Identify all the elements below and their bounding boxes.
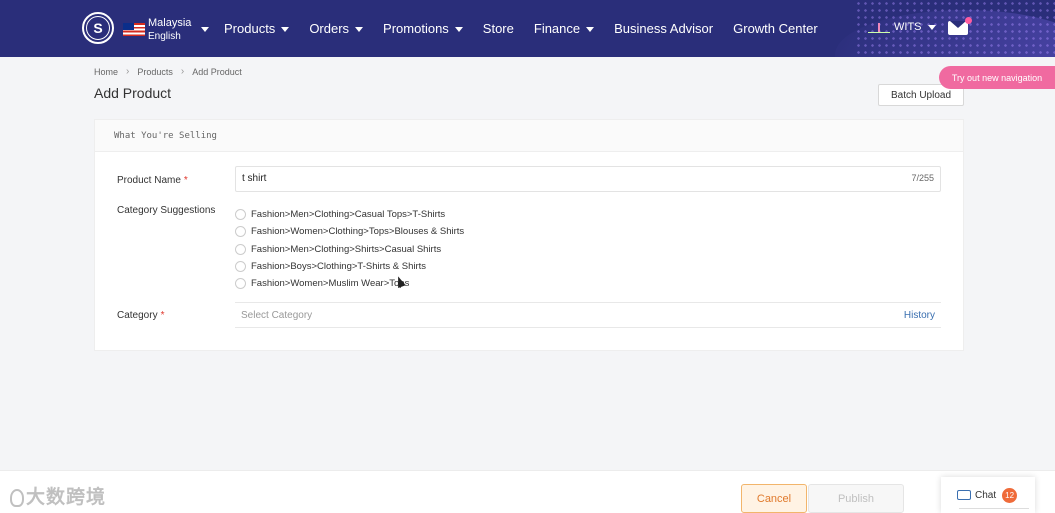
radio-icon[interactable]	[235, 209, 246, 221]
cancel-button[interactable]: Cancel	[741, 484, 807, 513]
character-count: 7/255	[911, 173, 934, 183]
product-name-label: Product Name *	[117, 175, 188, 186]
chevron-down-icon	[927, 24, 936, 30]
watermark: 大数跨境	[10, 482, 106, 509]
chevron-down-icon	[586, 27, 595, 33]
chevron-down-icon	[355, 27, 364, 33]
nav-products[interactable]: Products	[224, 21, 290, 36]
chevron-right-icon: ›	[126, 66, 130, 77]
category-suggestions: Fashion>Men>Clothing>Casual Tops>T-Shirt…	[235, 206, 464, 292]
suggestion-option[interactable]: Fashion>Men>Clothing>Shirts>Casual Shirt…	[235, 241, 464, 258]
user-menu[interactable]: WITS	[868, 21, 936, 33]
product-name-input[interactable]: t shirt 7/255	[235, 166, 941, 192]
watermark-logo-icon	[10, 488, 24, 507]
chat-unread-badge: 12	[1002, 487, 1018, 503]
product-name-value: t shirt	[242, 173, 267, 184]
malaysia-flag-icon	[123, 23, 145, 36]
category-placeholder: Select Category	[241, 309, 313, 321]
avatar	[868, 21, 890, 33]
nav-business-advisor[interactable]: Business Advisor	[614, 21, 713, 36]
breadcrumb: Home › Products › Add Product	[94, 66, 242, 77]
breadcrumb-home[interactable]: Home	[94, 67, 118, 77]
category-label: Category *	[117, 310, 165, 321]
suggestion-option[interactable]: Fashion>Women>Clothing>Tops>Blouses & Sh…	[235, 223, 464, 240]
nav-growth-center[interactable]: Growth Center	[733, 21, 818, 36]
suggestion-option[interactable]: Fashion>Boys>Clothing>T-Shirts & Shirts	[235, 258, 464, 275]
nav-finance[interactable]: Finance	[534, 21, 595, 36]
chevron-down-icon	[281, 27, 290, 33]
seller-center-logo[interactable]: S	[82, 12, 114, 44]
radio-icon[interactable]	[235, 261, 246, 273]
chevron-down-icon[interactable]	[201, 27, 209, 32]
required-mark: *	[183, 175, 188, 186]
mail-icon[interactable]	[948, 17, 972, 35]
notification-dot	[965, 17, 972, 24]
top-navigation: S Malaysia English Products Orders Promo…	[0, 0, 1055, 57]
suggestion-option[interactable]: Fashion>Men>Clothing>Casual Tops>T-Shirt…	[235, 206, 464, 223]
chat-icon	[957, 490, 971, 500]
radio-icon[interactable]	[235, 243, 246, 255]
history-link[interactable]: History	[904, 310, 935, 321]
chat-label: Chat	[975, 489, 997, 501]
category-select[interactable]: Select Category History	[235, 302, 941, 328]
category-suggestions-label: Category Suggestions	[117, 205, 216, 216]
nav-store[interactable]: Store	[483, 21, 514, 36]
suggestion-option[interactable]: Fashion>Women>Muslim Wear>Tops	[235, 275, 464, 292]
page-title: Add Product	[94, 85, 172, 101]
user-name: WITS	[894, 21, 922, 33]
radio-icon[interactable]	[235, 278, 246, 290]
radio-icon[interactable]	[235, 226, 246, 238]
nav-orders[interactable]: Orders	[309, 21, 364, 36]
main-menu: Products Orders Promotions Store Finance…	[224, 0, 838, 57]
language-name: English	[148, 31, 181, 42]
section-title: What You're Selling	[95, 120, 963, 152]
chat-divider	[959, 508, 1029, 509]
chevron-right-icon: ›	[180, 66, 185, 77]
nav-promotions[interactable]: Promotions	[383, 21, 463, 36]
required-mark: *	[160, 310, 165, 321]
publish-button[interactable]: Publish	[808, 484, 904, 513]
try-new-navigation-button[interactable]: Try out new navigation	[939, 66, 1055, 89]
chevron-down-icon	[454, 27, 463, 33]
product-form-card: What You're Selling Product Name * t shir…	[94, 119, 964, 351]
region-selector[interactable]: Malaysia English	[148, 16, 191, 44]
chat-button[interactable]: Chat 12	[941, 477, 1035, 513]
breadcrumb-products[interactable]: Products	[137, 67, 173, 77]
region-name: Malaysia	[148, 17, 192, 29]
breadcrumb-current: Add Product	[192, 66, 242, 77]
